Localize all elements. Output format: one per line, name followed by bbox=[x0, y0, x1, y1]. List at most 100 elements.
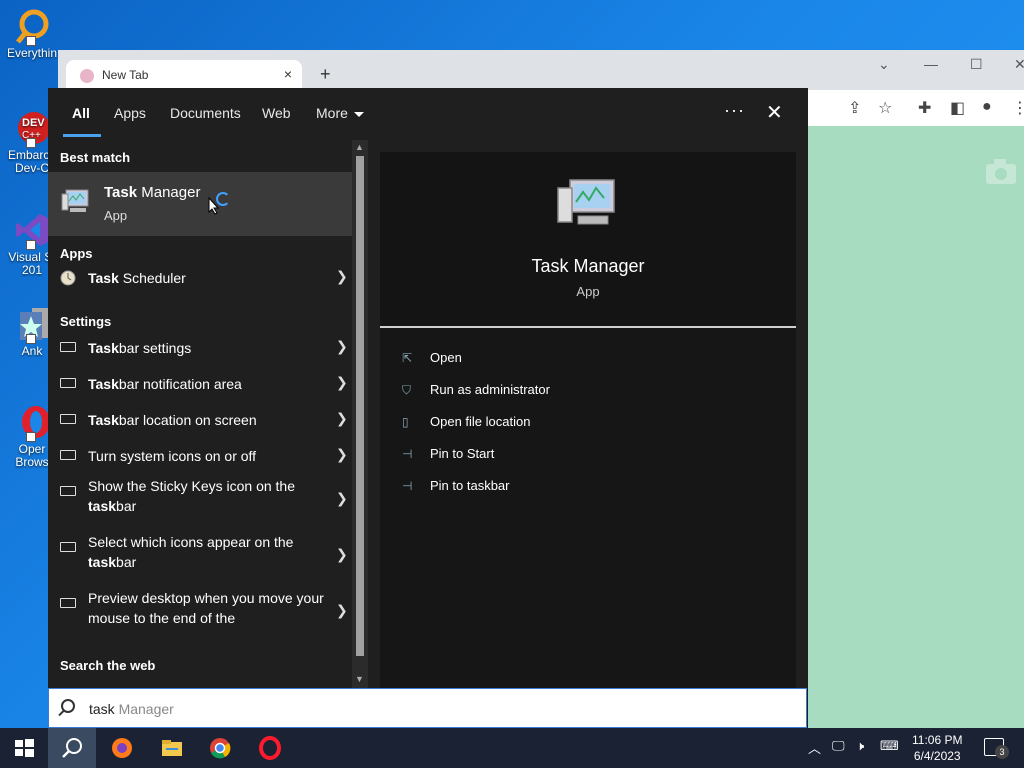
side-panel-icon[interactable]: ◧ bbox=[950, 98, 965, 118]
keyboard-setting-icon bbox=[60, 486, 76, 496]
search-icon bbox=[61, 699, 75, 713]
tab-title: New Tab bbox=[102, 68, 149, 82]
taskbar-setting-icon bbox=[60, 450, 76, 460]
show-hidden-icons-chevron-icon[interactable]: ︿ bbox=[808, 738, 821, 757]
chevron-right-icon[interactable]: ❯ bbox=[336, 410, 348, 427]
app-task-scheduler[interactable]: Task Scheduler ❯ bbox=[48, 264, 352, 292]
window-close-icon[interactable]: ✕ bbox=[1014, 56, 1024, 73]
maximize-icon[interactable]: ☐ bbox=[970, 56, 983, 73]
chevron-right-icon[interactable]: ❯ bbox=[336, 490, 348, 507]
settings-header: Settings bbox=[60, 314, 112, 329]
browser-tab-new-tab[interactable]: New Tab × bbox=[66, 60, 302, 90]
best-match-title: Task Manager bbox=[104, 184, 201, 201]
devcpp-icon: DEV C++ bbox=[14, 110, 50, 148]
tab-close-icon[interactable]: × bbox=[284, 66, 292, 82]
keyboard-icon[interactable]: ⌨ bbox=[880, 738, 899, 754]
action-center-icon[interactable]: 3 bbox=[984, 738, 1009, 759]
pin-icon: ⊣ bbox=[402, 447, 413, 461]
tab-all[interactable]: All bbox=[72, 105, 90, 121]
apps-header: Apps bbox=[60, 246, 93, 261]
bookmark-star-icon[interactable]: ☆ bbox=[878, 98, 892, 118]
task-manager-icon bbox=[61, 189, 89, 212]
caret-down-icon bbox=[353, 111, 364, 117]
preview-pane: Task Manager App ⇱ Open ⛉ Run as administr… bbox=[380, 152, 796, 688]
shield-icon: ⛉ bbox=[402, 383, 412, 397]
taskbar-setting-icon bbox=[60, 378, 76, 388]
search-icon bbox=[62, 738, 82, 758]
setting-taskbar-location[interactable]: Taskbar location on screen ❯ bbox=[48, 404, 352, 436]
taskbar-setting-icon bbox=[60, 342, 76, 352]
close-icon[interactable]: ✕ bbox=[766, 100, 783, 125]
action-pin-to-taskbar[interactable]: ⊣ Pin to taskbar bbox=[402, 478, 510, 493]
action-open-file-location[interactable]: ▯ Open file location bbox=[402, 414, 530, 429]
setting-preview-desktop[interactable]: Preview desktop when you move your mouse… bbox=[48, 588, 352, 640]
scroll-down-icon[interactable]: ▼ bbox=[355, 674, 364, 684]
setting-system-icons[interactable]: Turn system icons on or off ❯ bbox=[48, 440, 352, 472]
action-run-as-administrator[interactable]: ⛉ Run as administrator bbox=[402, 382, 550, 398]
search-panel: All Apps Documents Web More ··· ✕ Best m… bbox=[48, 88, 808, 728]
desktop-icon-everything[interactable]: Everythin bbox=[4, 8, 60, 60]
best-match-type: App bbox=[104, 208, 128, 223]
firefox-icon[interactable] bbox=[110, 736, 134, 760]
chevron-right-icon[interactable]: ❯ bbox=[336, 546, 348, 563]
chrome-icon[interactable] bbox=[208, 736, 232, 760]
setting-taskbar-notification-area[interactable]: Taskbar notification area ❯ bbox=[48, 368, 352, 400]
new-tab-favicon-icon bbox=[80, 69, 94, 83]
new-tab-button[interactable]: + bbox=[320, 64, 331, 85]
windows-start-icon[interactable] bbox=[12, 736, 36, 760]
task-scheduler-icon bbox=[60, 270, 76, 286]
date: 6/4/2023 bbox=[913, 749, 961, 763]
chevron-right-icon[interactable]: ❯ bbox=[336, 268, 348, 285]
network-icon[interactable]: 🖵 bbox=[832, 738, 845, 754]
preview-header: Task Manager App bbox=[380, 152, 796, 328]
profile-avatar-icon[interactable]: ● bbox=[982, 98, 992, 116]
browser-menu-icon[interactable]: ⋮ bbox=[1012, 98, 1024, 118]
volume-muted-icon[interactable]: 🕨 bbox=[856, 738, 864, 754]
scroll-up-icon[interactable]: ▲ bbox=[355, 142, 364, 152]
chevron-right-icon[interactable]: ❯ bbox=[336, 374, 348, 391]
taskbar-setting-icon bbox=[60, 598, 76, 608]
clock[interactable]: 11:06 PM 6/4/2023 bbox=[912, 732, 962, 764]
setting-taskbar-settings[interactable]: Taskbar settings ❯ bbox=[48, 332, 352, 364]
mouse-cursor-icon bbox=[208, 197, 220, 215]
everything-icon bbox=[14, 8, 50, 46]
tab-search-chevron-icon[interactable]: ⌄ bbox=[878, 56, 890, 73]
notification-count-badge: 3 bbox=[995, 745, 1009, 759]
tab-documents[interactable]: Documents bbox=[170, 105, 241, 121]
chevron-right-icon[interactable]: ❯ bbox=[336, 338, 348, 355]
active-tab-indicator bbox=[63, 134, 101, 137]
setting-select-icons[interactable]: Select which icons appear on the taskbar… bbox=[48, 532, 352, 584]
share-icon[interactable]: ⇪ bbox=[848, 98, 861, 118]
svg-text:DEV: DEV bbox=[22, 117, 45, 129]
action-pin-to-start[interactable]: ⊣ Pin to Start bbox=[402, 446, 494, 461]
task-manager-large-icon bbox=[557, 179, 615, 225]
opera-icon[interactable] bbox=[258, 736, 282, 760]
chevron-right-icon[interactable]: ❯ bbox=[336, 602, 348, 619]
search-input[interactable]: task Manager bbox=[48, 688, 807, 728]
taskbar-search-button[interactable] bbox=[48, 728, 96, 768]
results-scrollbar[interactable]: ▲ ▼ bbox=[352, 140, 368, 688]
best-match-task-manager[interactable]: Task Manager App bbox=[48, 172, 352, 236]
minimize-icon[interactable]: — bbox=[924, 56, 938, 72]
time: 11:06 PM bbox=[912, 733, 963, 747]
file-location-icon: ▯ bbox=[402, 415, 409, 429]
setting-sticky-keys-icon[interactable]: Show the Sticky Keys icon on the taskbar… bbox=[48, 476, 352, 528]
extensions-puzzle-icon[interactable]: ✚ bbox=[918, 98, 931, 118]
camera-icon[interactable] bbox=[984, 156, 1020, 186]
file-explorer-icon[interactable] bbox=[160, 736, 184, 760]
taskbar-setting-icon bbox=[60, 542, 76, 552]
preview-title: Task Manager bbox=[531, 256, 645, 276]
tab-more-label: More bbox=[316, 105, 348, 121]
pin-icon: ⊣ bbox=[402, 479, 413, 493]
tab-apps[interactable]: Apps bbox=[114, 105, 146, 121]
tab-strip: New Tab × + ⌄ — ☐ ✕ bbox=[58, 50, 1024, 90]
tab-web[interactable]: Web bbox=[262, 105, 291, 121]
scrollbar-thumb[interactable] bbox=[356, 156, 364, 656]
tab-more[interactable]: More bbox=[316, 105, 364, 121]
action-open[interactable]: ⇱ Open bbox=[402, 350, 462, 365]
opera-icon bbox=[14, 404, 50, 442]
chevron-right-icon[interactable]: ❯ bbox=[336, 446, 348, 463]
more-options-icon[interactable]: ··· bbox=[724, 100, 745, 121]
search-query: task Manager bbox=[89, 701, 174, 717]
search-filter-tabs: All Apps Documents Web More ··· ✕ bbox=[48, 88, 808, 138]
